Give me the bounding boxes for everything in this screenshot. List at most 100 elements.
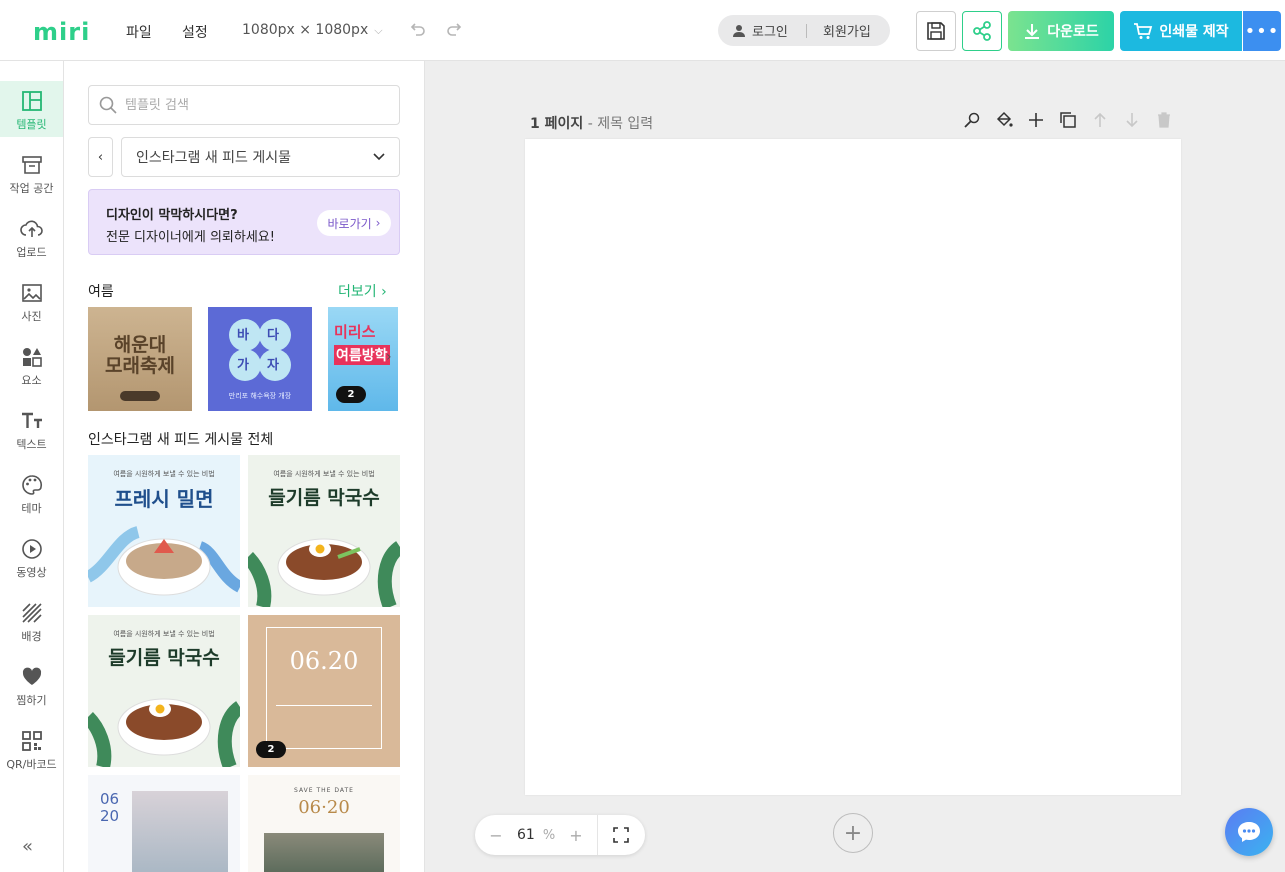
zoom-in-button[interactable]: + bbox=[569, 826, 582, 845]
rail-label-video: 동영상 bbox=[16, 566, 47, 579]
rail-item-qr[interactable]: QR/바코드 bbox=[0, 721, 63, 777]
thumb-sea-letter: 다 bbox=[267, 328, 279, 343]
more-link[interactable]: 더보기 › bbox=[338, 281, 387, 301]
rail-label-templates: 템플릿 bbox=[16, 118, 47, 131]
add-page-button[interactable]: + bbox=[833, 813, 873, 853]
auth-pill: 로그인 회원가입 bbox=[718, 15, 890, 46]
rail-item-elements[interactable]: 요소 bbox=[0, 337, 63, 393]
rail-item-background[interactable]: 배경 bbox=[0, 593, 63, 649]
download-button[interactable]: 다운로드 bbox=[1008, 11, 1114, 51]
heart-icon bbox=[22, 667, 41, 685]
rail-item-templates[interactable]: 템플릿 bbox=[0, 81, 63, 137]
template-panel: ‹ 인스타그램 새 피드 게시물 디자인이 막막하시다면? 전문 디자이너에게 … bbox=[64, 61, 425, 872]
back-button[interactable]: ‹ bbox=[88, 137, 113, 177]
page-toolbar bbox=[962, 110, 1174, 130]
signup-button[interactable]: 회원가입 bbox=[807, 21, 871, 40]
thumb-sea-letter: 가 bbox=[237, 358, 249, 373]
zoom-unit: % bbox=[542, 827, 556, 843]
rail-label-workspace: 작업 공간 bbox=[9, 182, 54, 195]
more-options-button[interactable]: ••• bbox=[1243, 11, 1281, 51]
rail-item-favorites[interactable]: 찜하기 bbox=[0, 657, 63, 713]
design-page-canvas[interactable] bbox=[525, 139, 1181, 795]
template-search-input[interactable] bbox=[125, 97, 385, 113]
undo-icon[interactable] bbox=[407, 20, 427, 44]
chevron-right-icon: › bbox=[381, 284, 387, 300]
download-icon bbox=[1025, 24, 1040, 39]
qr-icon bbox=[21, 731, 42, 751]
upload-cloud-icon bbox=[19, 220, 43, 237]
rail-item-photo[interactable]: 사진 bbox=[0, 273, 63, 329]
thumb-photo bbox=[132, 791, 228, 872]
thumb-sea-letter: 바 bbox=[237, 328, 249, 343]
chevron-left-icon: ‹ bbox=[97, 149, 104, 165]
thumb-title: 해운대 모래축제 bbox=[88, 335, 192, 377]
thumb-title: 06.20 bbox=[289, 647, 359, 675]
canvas-size-select[interactable]: 1080px × 1080px ⌵ bbox=[242, 22, 383, 38]
text-icon bbox=[21, 412, 42, 428]
download-label: 다운로드 bbox=[1047, 24, 1099, 40]
collapse-rail-icon[interactable]: « bbox=[22, 836, 33, 857]
login-label: 로그인 bbox=[752, 25, 788, 40]
add-element-icon[interactable] bbox=[1026, 110, 1046, 130]
menu-file[interactable]: 파일 bbox=[126, 22, 152, 42]
thumb-food-graphic bbox=[88, 526, 240, 596]
save-button[interactable] bbox=[916, 11, 956, 51]
paint-bucket-icon[interactable] bbox=[994, 110, 1014, 130]
canvas-size-label: 1080px × 1080px bbox=[242, 22, 369, 38]
chat-support-button[interactable] bbox=[1225, 808, 1273, 856]
chevron-down-icon bbox=[373, 153, 385, 161]
rail-item-workspace[interactable]: 작업 공간 bbox=[0, 145, 63, 201]
thumb-food-graphic bbox=[248, 538, 400, 607]
chevron-right-icon: › bbox=[375, 216, 381, 230]
template-thumb-sea[interactable]: 바 다 가 자 만리포 해수욕장 개장 bbox=[208, 307, 312, 411]
category-select-value: 인스타그램 새 피드 게시물 bbox=[136, 150, 292, 166]
login-button[interactable]: 로그인 bbox=[718, 21, 806, 40]
template-thumb-wedding-1[interactable]: 06 20 bbox=[88, 775, 240, 872]
zoom-out-button[interactable]: − bbox=[475, 826, 517, 845]
rail-label-background: 배경 bbox=[21, 630, 42, 643]
duplicate-page-icon[interactable] bbox=[1058, 110, 1078, 130]
thumb-divider bbox=[276, 705, 372, 706]
top-bar: miri 파일 설정 1080px × 1080px ⌵ 로그인 회원가입 다운로… bbox=[0, 0, 1285, 61]
background-icon bbox=[21, 603, 42, 623]
fullscreen-icon[interactable] bbox=[598, 826, 644, 844]
template-thumb-makguksu-1[interactable]: 여름을 시원하게 보낼 수 있는 비법 들기름 막국수 bbox=[248, 455, 400, 607]
move-down-icon bbox=[1122, 110, 1142, 130]
photo-icon bbox=[21, 284, 42, 302]
rail-label-photo: 사진 bbox=[21, 310, 42, 323]
carousel-next-icon[interactable]: › bbox=[386, 349, 392, 365]
template-thumb-wedding-2[interactable]: SAVE THE DATE 06·20 bbox=[248, 775, 400, 872]
banner-go-button[interactable]: 바로가기 › bbox=[317, 210, 391, 236]
thumb-decoration bbox=[120, 391, 160, 401]
more-dots-icon: ••• bbox=[1244, 20, 1280, 42]
thumb-tagline: 여름을 시원하게 보낼 수 있는 비법 bbox=[113, 470, 215, 478]
print-order-button[interactable]: 인쇄물 제작 bbox=[1120, 11, 1242, 51]
template-search[interactable] bbox=[88, 85, 400, 125]
chevron-down-icon: ⌵ bbox=[374, 24, 383, 37]
thumb-photo bbox=[264, 833, 384, 872]
user-icon bbox=[733, 24, 745, 37]
template-thumb-haeundae[interactable]: 해운대 모래축제 bbox=[88, 307, 192, 411]
thumb-title-line2: 모래축제 bbox=[105, 354, 175, 377]
template-thumb-makguksu-2[interactable]: 여름을 시원하게 보낼 수 있는 비법 들기름 막국수 bbox=[88, 615, 240, 767]
section-title-summer: 여름 bbox=[88, 284, 114, 300]
section-title-all: 인스타그램 새 피드 게시물 전체 bbox=[88, 432, 274, 448]
app-logo[interactable]: miri bbox=[33, 18, 90, 46]
rail-item-upload[interactable]: 업로드 bbox=[0, 209, 63, 265]
template-thumb-milmyeon[interactable]: 여름을 시원하게 보낼 수 있는 비법 프레시 밀면 bbox=[88, 455, 240, 607]
page-title-input[interactable]: - 제목 입력 bbox=[588, 116, 653, 132]
play-icon bbox=[21, 539, 42, 559]
rail-item-video[interactable]: 동영상 bbox=[0, 529, 63, 585]
magic-wand-icon[interactable] bbox=[962, 110, 982, 130]
thumb-title: 프레시 밀면 bbox=[114, 487, 214, 511]
share-button[interactable] bbox=[962, 11, 1002, 51]
thumb-tagline: 여름을 시원하게 보낼 수 있는 비법 bbox=[273, 470, 375, 478]
category-select[interactable]: 인스타그램 새 피드 게시물 bbox=[121, 137, 400, 177]
zoom-value[interactable]: 61 bbox=[517, 827, 535, 843]
menu-settings[interactable]: 설정 bbox=[182, 22, 208, 42]
thumb-vacation-line2: 여름방학 bbox=[334, 345, 390, 365]
redo-icon[interactable] bbox=[445, 20, 465, 44]
rail-item-text[interactable]: 텍스트 bbox=[0, 401, 63, 457]
rail-item-theme[interactable]: 테마 bbox=[0, 465, 63, 521]
rail-label-elements: 요소 bbox=[21, 374, 42, 387]
